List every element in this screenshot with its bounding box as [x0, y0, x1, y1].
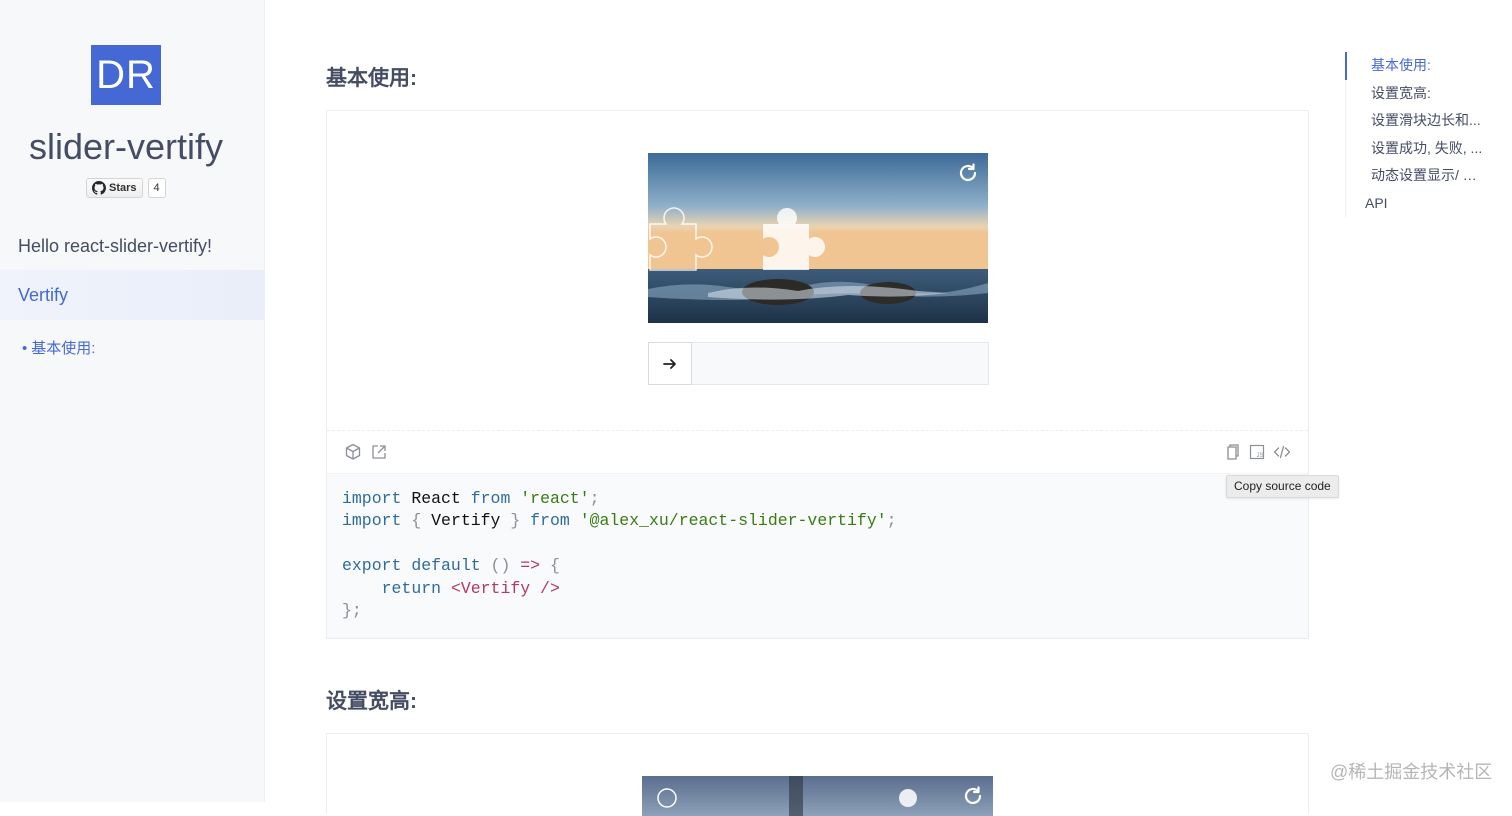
- code-line: import { Vertify } from '@alex_xu/react-…: [342, 511, 897, 531]
- github-stars-button[interactable]: Stars: [86, 178, 143, 198]
- captcha-image-2: [642, 776, 993, 816]
- nav-item-vertify[interactable]: Vertify: [0, 270, 264, 320]
- toc-item-basic-usage[interactable]: 基本使用:: [1345, 52, 1486, 80]
- copy-icon[interactable]: [1223, 443, 1241, 461]
- table-of-contents: 基本使用: 设置宽高: 设置滑块边长和... 设置成功, 失败, ... 动态设…: [1345, 52, 1506, 218]
- code-line: import React from 'react';: [342, 489, 600, 508]
- demo-actions-bar: JS: [327, 431, 1308, 473]
- toc-item-dynamic-visibility[interactable]: 动态设置显示/ 隐...: [1346, 162, 1486, 190]
- svg-text:JS: JS: [1257, 453, 1264, 459]
- github-stars-count[interactable]: 4: [147, 178, 166, 198]
- code-line: };: [342, 601, 362, 621]
- sidebar: DR slider-vertify Stars 4 Hello react-sl…: [0, 0, 265, 802]
- bullet-dot: •: [22, 340, 28, 357]
- refresh-icon[interactable]: [961, 784, 985, 808]
- site-title[interactable]: slider-vertify: [0, 126, 252, 168]
- source-code-block[interactable]: import React from 'react'; import { Verti…: [327, 473, 1308, 639]
- nav-subitem-label: 基本使用:: [31, 340, 96, 357]
- nav-item-vertify-label: Vertify: [18, 285, 69, 305]
- demo-box: JS import React from 'react'; import { Ve…: [326, 110, 1309, 640]
- github-stars-badge[interactable]: Stars 4: [86, 178, 166, 198]
- section-title-basic-usage: 基本使用:: [326, 67, 417, 90]
- code-line: return <Vertify />: [381, 578, 560, 598]
- github-stars-label: Stars: [109, 182, 137, 194]
- external-link-icon[interactable]: [370, 443, 388, 461]
- github-icon: [92, 181, 106, 195]
- nav-item-hello[interactable]: Hello react-slider-vertify!: [18, 236, 212, 257]
- arrow-right-icon: [663, 358, 676, 369]
- copy-source-tooltip: Copy source code: [1226, 475, 1339, 498]
- nav-subitem-basic-usage[interactable]: • 基本使用:: [22, 337, 95, 358]
- slider-track[interactable]: [648, 342, 989, 385]
- captcha-background-2: [642, 776, 993, 816]
- toc-item-set-size[interactable]: 设置宽高:: [1346, 80, 1486, 108]
- codesandbox-icon[interactable]: [344, 443, 362, 461]
- code-icon[interactable]: [1273, 443, 1291, 461]
- site-logo[interactable]: DR: [91, 45, 161, 105]
- captcha-image: [648, 153, 988, 323]
- slider-handle[interactable]: [648, 342, 692, 385]
- captcha-background: [648, 153, 988, 323]
- toc-item-set-slider-size[interactable]: 设置滑块边长和...: [1346, 107, 1486, 135]
- watermark: @稀土掘金技术社区: [1330, 762, 1493, 782]
- toc-item-set-callbacks[interactable]: 设置成功, 失败, ...: [1346, 135, 1486, 163]
- section-title-set-size: 设置宽高:: [326, 690, 417, 713]
- toc-item-api[interactable]: API: [1346, 190, 1480, 218]
- demo-preview: [327, 111, 1308, 431]
- refresh-icon[interactable]: [956, 161, 980, 185]
- code-line: export default () => {: [342, 556, 560, 576]
- js-file-icon[interactable]: JS: [1248, 443, 1266, 461]
